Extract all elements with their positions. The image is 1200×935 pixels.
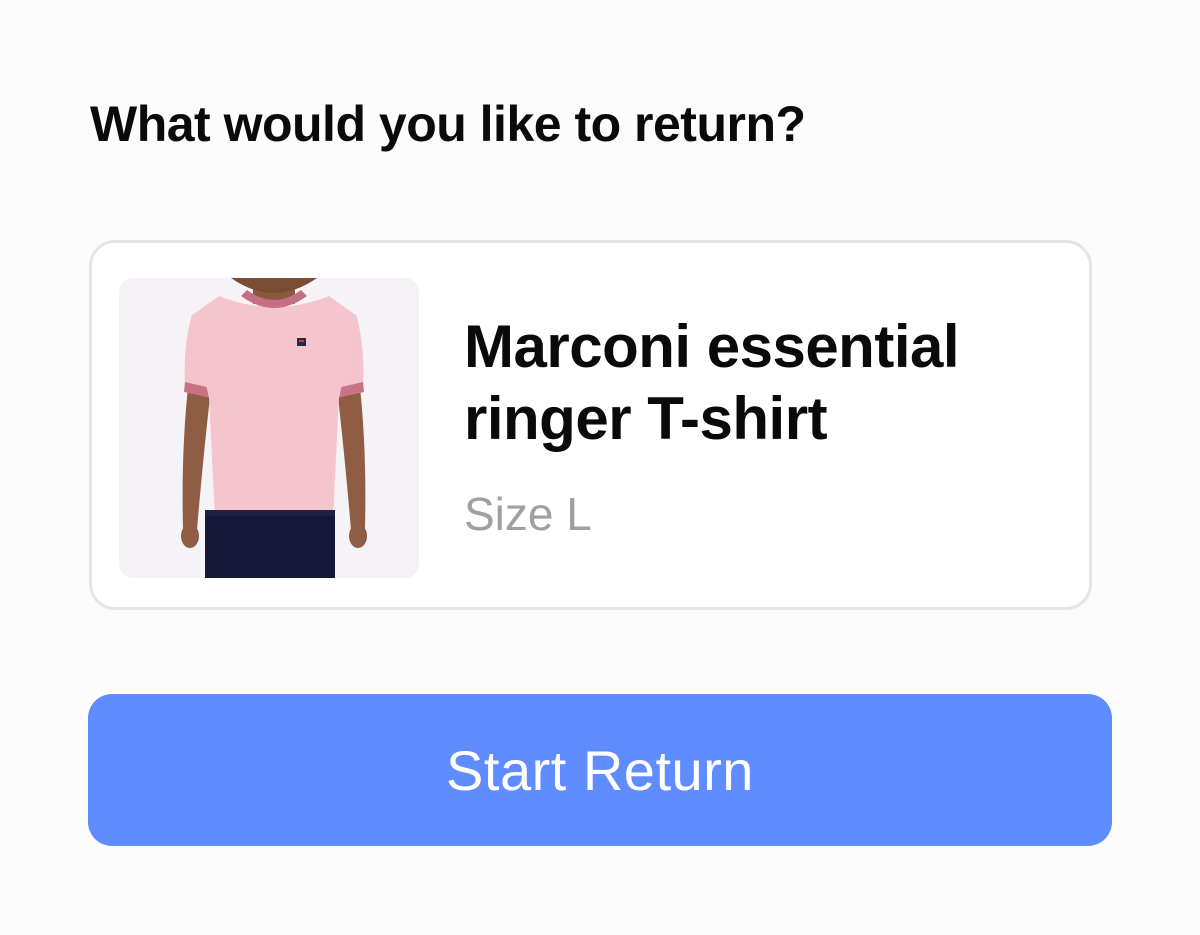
page-title: What would you like to return?	[90, 96, 806, 152]
product-image	[119, 278, 419, 578]
product-name: Marconi essential ringer T-shirt	[464, 313, 960, 452]
product-photo-icon	[119, 278, 419, 578]
product-size: Size L	[464, 488, 592, 540]
product-card[interactable]: Marconi essential ringer T-shirt Size L	[89, 240, 1092, 610]
start-return-button[interactable]: Start Return	[88, 694, 1112, 846]
